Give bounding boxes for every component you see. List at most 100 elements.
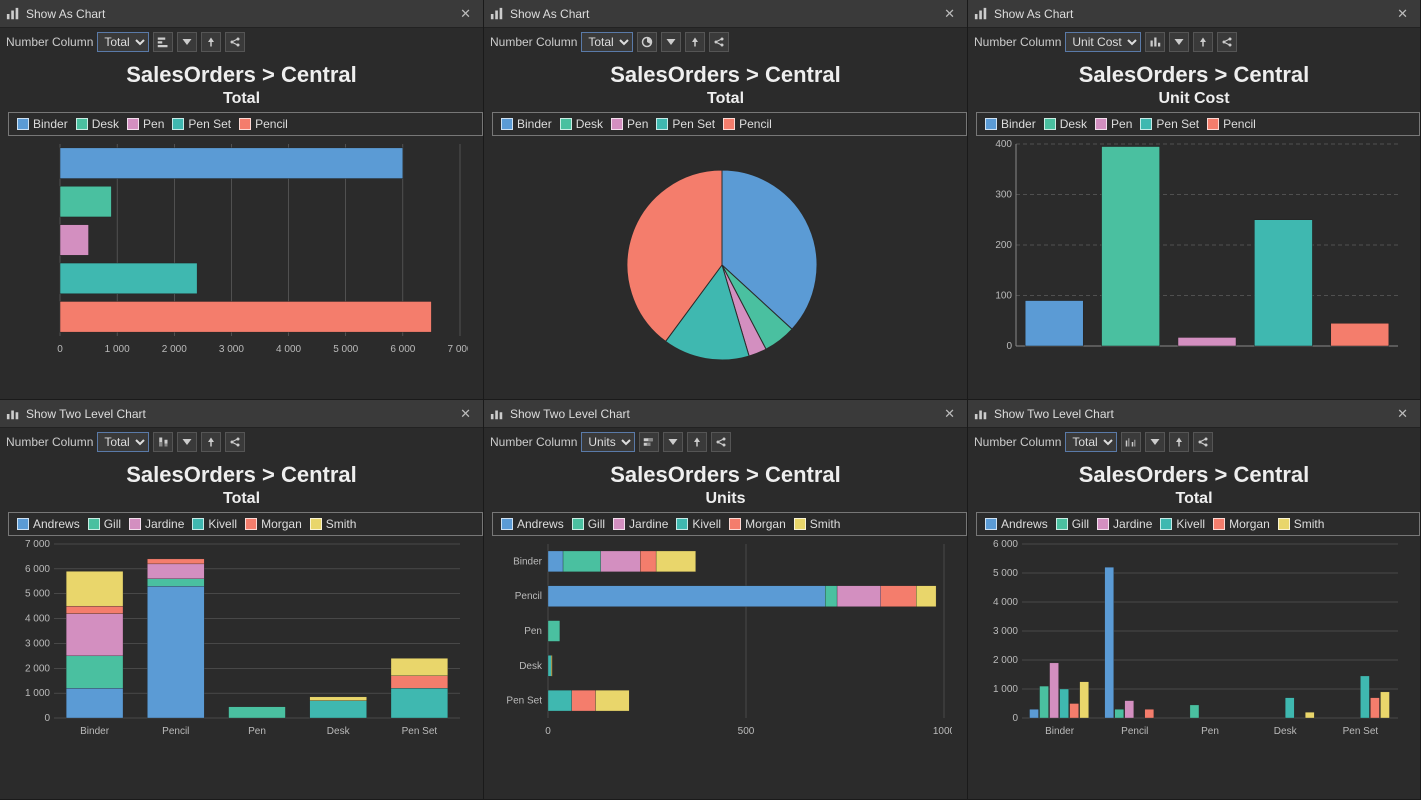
legend-item[interactable]: Smith <box>794 517 841 531</box>
legend-item[interactable]: Smith <box>310 517 357 531</box>
number-column-select[interactable]: Units <box>581 432 635 452</box>
chart-type-button[interactable] <box>1121 432 1141 452</box>
legend-item[interactable]: Andrews <box>17 517 80 531</box>
panel-title: Show Two Level Chart <box>510 407 938 421</box>
chart-title: SalesOrders > Central <box>484 462 967 488</box>
chart-type-dropdown[interactable] <box>177 432 197 452</box>
number-column-select[interactable]: Unit Cost <box>1065 32 1141 52</box>
chart-type-button[interactable] <box>153 432 173 452</box>
chart-type-dropdown[interactable] <box>663 432 683 452</box>
chart-type-dropdown[interactable] <box>177 32 197 52</box>
legend-item[interactable]: Gill <box>1056 517 1089 531</box>
move-up-button[interactable] <box>687 432 707 452</box>
svg-text:6 000: 6 000 <box>390 344 415 355</box>
legend-item[interactable]: Pencil <box>723 117 772 131</box>
svg-text:4 000: 4 000 <box>993 597 1018 608</box>
close-button[interactable]: ✕ <box>454 404 477 424</box>
legend-item[interactable]: Smith <box>1278 517 1325 531</box>
legend-item[interactable]: Pencil <box>239 117 288 131</box>
chart-type-button[interactable] <box>153 32 173 52</box>
chart-type-dropdown[interactable] <box>661 32 681 52</box>
legend-item[interactable]: Desk <box>1044 117 1087 131</box>
chart-type-dropdown[interactable] <box>1145 432 1165 452</box>
svg-text:6 000: 6 000 <box>993 540 1018 550</box>
share-button[interactable] <box>1193 432 1213 452</box>
legend-item[interactable]: Gill <box>572 517 605 531</box>
legend-item[interactable]: Pen Set <box>172 117 231 131</box>
svg-text:Pen Set: Pen Set <box>506 696 542 707</box>
legend-item[interactable]: Jardine <box>1097 517 1152 531</box>
svg-text:Binder: Binder <box>1045 726 1075 737</box>
svg-text:Pen Set: Pen Set <box>402 726 438 737</box>
number-column-select[interactable]: Total <box>97 432 149 452</box>
legend-item[interactable]: Kivell <box>1160 517 1205 531</box>
legend-item[interactable]: Kivell <box>192 517 237 531</box>
two-level-icon <box>6 407 20 421</box>
legend-item[interactable]: Binder <box>985 117 1036 131</box>
share-button[interactable] <box>711 432 731 452</box>
svg-text:Pencil: Pencil <box>1121 726 1148 737</box>
legend-item[interactable]: Kivell <box>676 517 721 531</box>
legend-item[interactable]: Binder <box>501 117 552 131</box>
svg-text:5 000: 5 000 <box>993 568 1018 579</box>
svg-text:7 000: 7 000 <box>447 344 468 355</box>
share-button[interactable] <box>225 32 245 52</box>
legend-item[interactable]: Pen <box>127 117 164 131</box>
number-column-select[interactable]: Total <box>1065 432 1117 452</box>
move-up-button[interactable] <box>685 32 705 52</box>
chart-type-button[interactable] <box>639 432 659 452</box>
panel-title: Show Two Level Chart <box>994 407 1391 421</box>
legend-item[interactable]: Pen <box>611 117 648 131</box>
share-button[interactable] <box>1217 32 1237 52</box>
number-column-label: Number Column <box>490 35 577 49</box>
chart-subtitle: Units <box>484 490 967 508</box>
chart-type-dropdown[interactable] <box>1169 32 1189 52</box>
svg-text:0: 0 <box>1006 341 1012 352</box>
chart-title: SalesOrders > Central <box>0 462 483 488</box>
svg-text:300: 300 <box>995 190 1012 201</box>
svg-text:3 000: 3 000 <box>219 344 244 355</box>
legend-item[interactable]: Jardine <box>129 517 184 531</box>
legend-item[interactable]: Pen Set <box>1140 117 1199 131</box>
legend-item[interactable]: Desk <box>76 117 119 131</box>
legend-item[interactable]: Andrews <box>985 517 1048 531</box>
svg-text:2 000: 2 000 <box>162 344 187 355</box>
legend-item[interactable]: Gill <box>88 517 121 531</box>
svg-text:Pen: Pen <box>248 726 266 737</box>
legend-item[interactable]: Pencil <box>1207 117 1256 131</box>
share-button[interactable] <box>225 432 245 452</box>
svg-text:5 000: 5 000 <box>333 344 358 355</box>
svg-text:200: 200 <box>995 240 1012 251</box>
number-column-label: Number Column <box>490 435 577 449</box>
close-button[interactable]: ✕ <box>1391 4 1414 24</box>
chart-plot-area: 01 0002 0003 0004 0005 0006 0007 000Bind… <box>0 540 483 799</box>
move-up-button[interactable] <box>1193 32 1213 52</box>
move-up-button[interactable] <box>201 432 221 452</box>
legend-item[interactable]: Pen <box>1095 117 1132 131</box>
close-button[interactable]: ✕ <box>1391 404 1414 424</box>
move-up-button[interactable] <box>1169 432 1189 452</box>
panel-header: Show As Chart ✕ <box>968 0 1420 28</box>
number-column-label: Number Column <box>6 435 93 449</box>
chart-type-button[interactable] <box>1145 32 1165 52</box>
toolbar: Number Column Total <box>968 428 1420 456</box>
chart-title: SalesOrders > Central <box>0 62 483 88</box>
close-button[interactable]: ✕ <box>938 4 961 24</box>
number-column-select[interactable]: Total <box>581 32 633 52</box>
svg-text:6 000: 6 000 <box>25 564 50 575</box>
legend-item[interactable]: Pen Set <box>656 117 715 131</box>
chart-type-button[interactable] <box>637 32 657 52</box>
move-up-button[interactable] <box>201 32 221 52</box>
legend-item[interactable]: Morgan <box>245 517 302 531</box>
panel-title: Show Two Level Chart <box>26 407 454 421</box>
legend-item[interactable]: Binder <box>17 117 68 131</box>
legend-item[interactable]: Desk <box>560 117 603 131</box>
legend-item[interactable]: Jardine <box>613 517 668 531</box>
legend-item[interactable]: Morgan <box>729 517 786 531</box>
close-button[interactable]: ✕ <box>454 4 477 24</box>
legend-item[interactable]: Andrews <box>501 517 564 531</box>
close-button[interactable]: ✕ <box>938 404 961 424</box>
share-button[interactable] <box>709 32 729 52</box>
legend-item[interactable]: Morgan <box>1213 517 1270 531</box>
number-column-select[interactable]: Total <box>97 32 149 52</box>
